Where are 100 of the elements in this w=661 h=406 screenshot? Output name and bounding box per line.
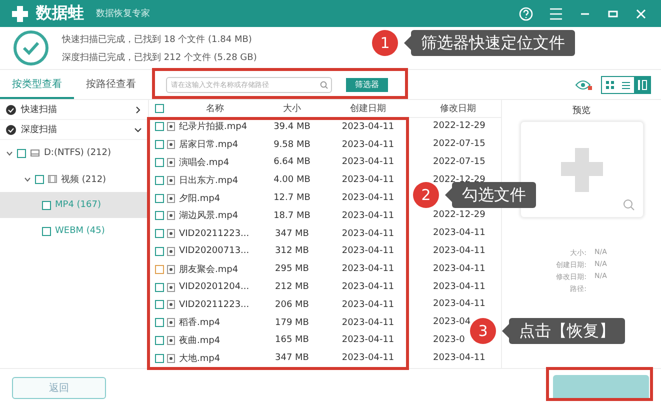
video-file-icon — [167, 336, 175, 345]
checkbox[interactable] — [155, 246, 164, 256]
modified-date: 2023-04-11 — [432, 264, 486, 275]
chevron-icon[interactable] — [24, 176, 31, 182]
checkbox[interactable] — [155, 300, 164, 310]
file-name: 大地.mp4 — [179, 352, 220, 365]
logo-icon — [10, 4, 30, 24]
chevron-icon[interactable] — [134, 106, 142, 114]
modified-date: 2023-04-11 — [432, 352, 486, 364]
video-file-icon — [167, 264, 175, 274]
checkbox[interactable] — [35, 174, 44, 184]
check-icon — [6, 104, 16, 114]
tree-item[interactable]: D:(NTFS) (212) — [0, 140, 148, 166]
chevron-icon[interactable] — [134, 126, 142, 134]
file-name: 稻香.mp4 — [179, 316, 220, 330]
callout-pointer — [502, 324, 509, 338]
created-date: 2023-04-11 — [340, 228, 396, 239]
chevron-icon[interactable] — [6, 150, 13, 156]
menu-icon[interactable] — [549, 8, 563, 20]
file-size: 12.7 MB — [272, 193, 312, 204]
view-mode-button[interactable] — [634, 76, 650, 92]
checkbox[interactable] — [155, 354, 164, 363]
checkbox[interactable] — [155, 122, 164, 132]
checkbox[interactable] — [155, 229, 164, 238]
checkbox[interactable] — [155, 318, 164, 328]
file-name: 纪录片拍摄.mp4 — [179, 120, 248, 134]
modified-date: 2023-0 — [432, 334, 466, 346]
modified-date: 2023-04-11 — [432, 282, 486, 293]
created-date: 2023-04-11 — [340, 210, 396, 221]
tree-label: D:(NTFS) (212) — [44, 148, 112, 158]
preview-title: 预览 — [572, 104, 590, 117]
close-icon[interactable] — [635, 8, 647, 20]
callout-pointer — [404, 36, 411, 50]
file-name: 日出东方.mp4 — [179, 174, 238, 187]
checkbox[interactable] — [155, 158, 164, 167]
file-size: 18.7 MB — [272, 210, 312, 221]
file-name: 居家日常.mp4 — [179, 138, 238, 152]
checkbox[interactable] — [155, 194, 164, 203]
recover-button[interactable] — [553, 374, 649, 400]
file-name: VID20201204... — [179, 282, 250, 292]
created-date: 2023-04-11 — [340, 175, 396, 186]
created-date: 2023-04-11 — [340, 282, 396, 292]
file-name: 夕阳.mp4 — [179, 192, 220, 205]
created-date: 2023-04-11 — [340, 246, 396, 256]
scan-status-text: 快速扫描已完成，已找到 18 个文件 (1.84 MB) — [62, 34, 253, 46]
file-size: 9.58 MB — [272, 140, 312, 150]
tree-item[interactable]: 视频 (212) — [0, 166, 148, 192]
scan-item[interactable]: 快速扫描 — [0, 100, 148, 120]
file-size: 179 MB — [274, 318, 310, 328]
checkbox[interactable] — [155, 176, 164, 185]
video-file-icon — [167, 122, 175, 132]
created-date: 2023-04-11 — [340, 335, 396, 346]
checkbox[interactable] — [42, 200, 51, 210]
column-header[interactable]: 创建日期 — [321, 102, 415, 115]
created-date: 2023-04-11 — [340, 264, 396, 274]
checkbox[interactable] — [155, 140, 164, 150]
file-size: 347 MB — [274, 228, 310, 239]
step-number: 3 — [470, 318, 496, 344]
created-date: 2023-04-11 — [340, 140, 396, 150]
help-icon[interactable] — [519, 6, 533, 20]
modified-date: 2023-04-11 — [432, 228, 486, 240]
video-file-icon — [167, 318, 175, 328]
checkbox[interactable] — [155, 264, 164, 274]
drive-icon — [30, 149, 40, 157]
step-number: 2 — [413, 182, 439, 208]
file-name: 演唱会.mp4 — [179, 156, 230, 169]
modified-date: 2023-04-11 — [432, 246, 486, 257]
view-tab[interactable]: 按路径查看 — [74, 70, 148, 99]
video-file-icon — [167, 194, 175, 203]
created-date: 2023-04-11 — [340, 353, 396, 364]
column-header[interactable]: 名称 — [167, 102, 263, 115]
file-size: 39.4 MB — [272, 122, 312, 132]
checkbox[interactable] — [17, 148, 26, 158]
search-icon[interactable] — [320, 80, 328, 88]
video-file-icon — [167, 282, 175, 292]
search-icon[interactable] — [622, 199, 634, 211]
eye-icon[interactable] — [575, 78, 593, 90]
modified-date: 2023-04 — [432, 317, 472, 328]
modified-date: 2022-07-15 — [432, 139, 486, 150]
checkbox[interactable] — [155, 336, 164, 345]
file-size: 212 MB — [274, 282, 310, 292]
column-header[interactable]: 修改日期 — [415, 102, 501, 115]
modified-date: 2022-07-15 — [432, 156, 486, 168]
scan-item[interactable]: 深度扫描 — [0, 120, 148, 140]
video-file-icon — [167, 246, 175, 256]
video-file-icon — [167, 211, 175, 220]
file-size: 347 MB — [274, 353, 310, 364]
columns-icon — [635, 78, 649, 92]
view-tab[interactable]: 按类型查看 — [0, 70, 74, 99]
file-name: VID20211223... — [179, 300, 250, 310]
checkbox[interactable] — [155, 104, 164, 113]
file-name: VID20200713... — [179, 246, 250, 256]
column-header[interactable]: 大小 — [263, 102, 321, 115]
tree-label: MP4 (167) — [55, 200, 101, 210]
checkbox[interactable] — [155, 282, 164, 292]
checkbox[interactable] — [155, 211, 164, 220]
filter-button[interactable]: 筛选器 — [346, 78, 388, 92]
checkbox[interactable] — [42, 226, 51, 236]
modified-date: 2022-12-29 — [432, 210, 486, 222]
modified-date: 2022-12-29 — [432, 121, 486, 132]
